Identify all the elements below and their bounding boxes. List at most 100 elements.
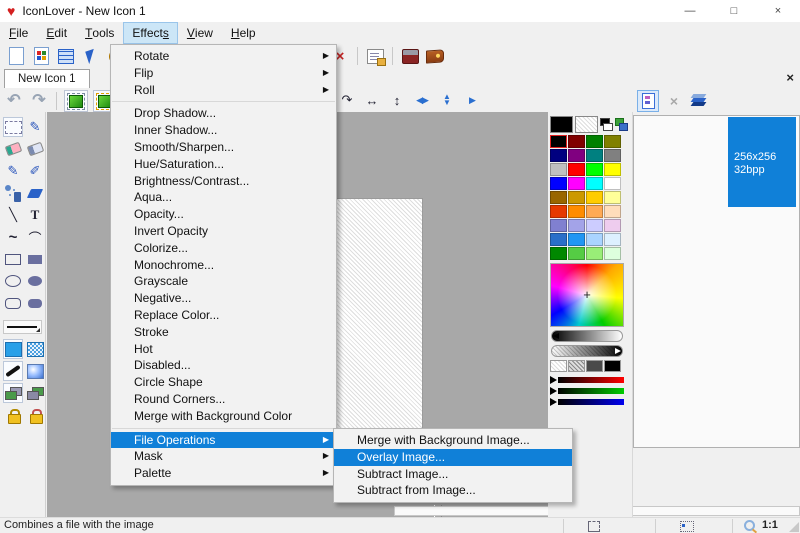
palette-color-cc9900[interactable]: [568, 191, 585, 204]
undo-button[interactable]: ↶: [4, 91, 24, 111]
shift-up-down-icon[interactable]: ▲▼: [437, 90, 457, 110]
palette-color-008800[interactable]: [550, 247, 567, 260]
foreground-color-swatch[interactable]: [3, 339, 23, 359]
spray-tool[interactable]: [3, 183, 23, 203]
menubar-item-file[interactable]: File: [0, 22, 37, 44]
file-operations-item-subtract-image[interactable]: Subtract Image...: [334, 466, 572, 483]
rectangle-tool[interactable]: [3, 249, 23, 269]
shift-right-icon[interactable]: ▶: [462, 90, 482, 110]
effects-menu-item-invert-opacity[interactable]: Invert Opacity: [111, 223, 336, 240]
gradient-toggle[interactable]: [25, 361, 45, 381]
rounded-rectangle-tool[interactable]: [3, 293, 23, 313]
select-cursor-button[interactable]: [81, 46, 101, 66]
file-operations-item-overlay-image[interactable]: Overlay Image...: [334, 449, 572, 466]
palette-color-2196f3[interactable]: [568, 233, 585, 246]
palette-color-00ff00[interactable]: [586, 163, 603, 176]
new-from-image-button[interactable]: [31, 46, 51, 66]
opacity-preset-100[interactable]: [604, 360, 621, 372]
palette-color-ffff00[interactable]: [604, 163, 621, 176]
effects-menu-item-palette[interactable]: Palette▶: [111, 465, 336, 482]
effects-menu-item-drop-shadow[interactable]: Drop Shadow...: [111, 105, 336, 122]
palette-color-000000[interactable]: [550, 135, 567, 148]
menubar-item-edit[interactable]: Edit: [37, 22, 76, 44]
palette-color-ccccff[interactable]: [586, 219, 603, 232]
palette-color-ff00ff[interactable]: [568, 177, 585, 190]
opacity-preset-25[interactable]: [550, 360, 567, 372]
menubar-item-view[interactable]: View: [178, 22, 222, 44]
swap-colors-icon[interactable]: [600, 118, 612, 131]
effects-menu-item-round-corners[interactable]: Round Corners...: [111, 391, 336, 408]
icon-canvas-transparent[interactable]: [335, 198, 423, 432]
eraser-shape-tool[interactable]: [25, 139, 45, 159]
close-button[interactable]: ×: [756, 0, 800, 22]
tab-new-icon-1[interactable]: New Icon 1: [4, 69, 90, 89]
flip-vertical-icon[interactable]: ↕: [387, 90, 407, 110]
flip-horizontal-icon[interactable]: ↔: [362, 90, 382, 110]
line-width-selector[interactable]: [3, 320, 42, 334]
zoom-level[interactable]: 1:1: [762, 519, 778, 531]
effects-menu-item-opacity[interactable]: Opacity...: [111, 206, 336, 223]
palette-color-800000[interactable]: [568, 135, 585, 148]
shape-fill-mode-toggle[interactable]: [3, 383, 23, 403]
ellipse-tool[interactable]: [3, 271, 23, 291]
palette-color-ff8c00[interactable]: [568, 205, 585, 218]
layers-button[interactable]: [689, 91, 709, 111]
brightness-slider[interactable]: [551, 330, 623, 342]
maximize-button[interactable]: □: [712, 0, 756, 22]
new-icon-button[interactable]: [6, 46, 26, 66]
effects-menu-item-inner-shadow[interactable]: Inner Shadow...: [111, 122, 336, 139]
effects-menu-item-colorize[interactable]: Colorize...: [111, 240, 336, 257]
effects-menu-item-disabled[interactable]: Disabled...: [111, 357, 336, 374]
palette-color-8080d0[interactable]: [550, 219, 567, 232]
effects-menu-item-merge-with-background-color[interactable]: Merge with Background Color: [111, 408, 336, 425]
effects-menu-item-file-operations[interactable]: File Operations▶: [111, 432, 336, 449]
effects-menu-item-flip[interactable]: Flip▶: [111, 65, 336, 82]
batch-process-button[interactable]: [400, 46, 420, 66]
filled-rounded-rectangle-tool[interactable]: [25, 293, 45, 313]
green-channel-slider[interactable]: [558, 388, 624, 394]
palette-color-a3a3e8[interactable]: [568, 219, 585, 232]
effects-menu-item-hue-saturation[interactable]: Hue/Saturation...: [111, 156, 336, 173]
effects-menu-item-aqua[interactable]: Aqua...: [111, 189, 336, 206]
image-list-view-button[interactable]: [637, 90, 659, 112]
tab-close-icon[interactable]: ×: [786, 70, 794, 85]
resize-grip[interactable]: [789, 522, 799, 532]
effects-menu-item-stroke[interactable]: Stroke: [111, 324, 336, 341]
redo-button[interactable]: ↷: [29, 91, 49, 111]
rotate-icon[interactable]: ↷: [337, 90, 357, 110]
palette-color-008000[interactable]: [586, 135, 603, 148]
palette-color-ff0000[interactable]: [568, 163, 585, 176]
rectangular-select-tool[interactable]: [3, 117, 23, 137]
eraser-tool[interactable]: [3, 139, 23, 159]
shift-left-right-icon[interactable]: ◀▶: [412, 90, 432, 110]
effects-menu-item-mask[interactable]: Mask▶: [111, 448, 336, 465]
line-tool[interactable]: ╲: [3, 205, 23, 225]
eyedropper-tool[interactable]: ✎: [25, 117, 45, 137]
effects-menu-item-roll[interactable]: Roll▶: [111, 82, 336, 99]
palette-color-55cc44[interactable]: [568, 247, 585, 260]
palette-color-2a6fc9[interactable]: [550, 233, 567, 246]
color-wheel[interactable]: +: [550, 263, 624, 327]
blue-channel-slider[interactable]: [558, 399, 624, 405]
effects-menu-item-negative[interactable]: Negative...: [111, 290, 336, 307]
palette-color-eeccee[interactable]: [604, 219, 621, 232]
minimize-button[interactable]: —: [668, 0, 712, 22]
palette-color-996600[interactable]: [550, 191, 567, 204]
palette-color-aad4ff[interactable]: [586, 233, 603, 246]
palette-color-008080[interactable]: [586, 149, 603, 162]
effects-menu-item-grayscale[interactable]: Grayscale: [111, 273, 336, 290]
transparent-color-swatch[interactable]: [575, 116, 598, 133]
filled-ellipse-tool[interactable]: [25, 271, 45, 291]
pencil-tool[interactable]: ✎: [3, 161, 23, 181]
opacity-preset-50[interactable]: [568, 360, 585, 372]
opacity-slider[interactable]: [551, 345, 623, 357]
transfer-colors-icon[interactable]: [615, 118, 628, 131]
effects-menu-item-rotate[interactable]: Rotate▶: [111, 48, 336, 65]
effects-menu-item-monochrome[interactable]: Monochrome...: [111, 257, 336, 274]
menubar-item-tools[interactable]: Tools: [76, 22, 123, 44]
effects-menu-item-replace-color[interactable]: Replace Color...: [111, 307, 336, 324]
palette-color-808080[interactable]: [604, 149, 621, 162]
dither-toggle[interactable]: [25, 339, 45, 359]
lock-transparency-toggle[interactable]: [3, 405, 23, 425]
palette-color-00ffff[interactable]: [586, 177, 603, 190]
